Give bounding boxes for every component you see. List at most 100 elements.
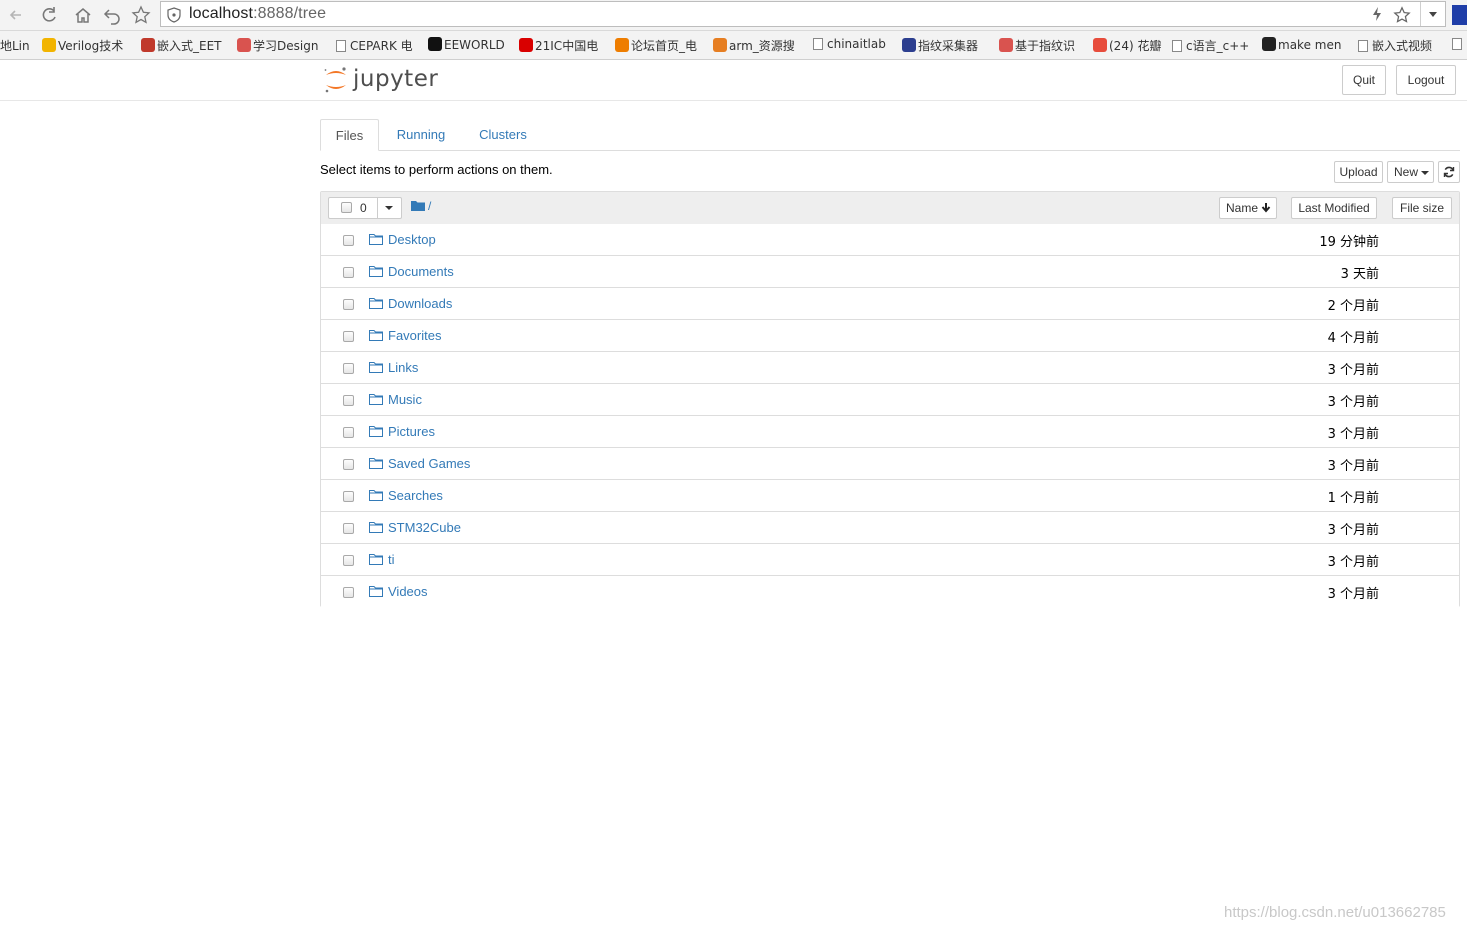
selection-hint: Select items to perform actions on them. <box>320 162 553 177</box>
bookmark-item[interactable]: 21IC中国电 <box>519 37 598 54</box>
file-row[interactable]: Desktop 19 分钟前 <box>321 224 1459 256</box>
last-modified: 2 个月前 <box>1327 299 1379 314</box>
file-row[interactable]: ti 3 个月前 <box>321 544 1459 576</box>
upload-button[interactable]: Upload <box>1334 161 1383 183</box>
bookmark-item[interactable]: (24) 花瓣 <box>1093 37 1161 54</box>
bookmark-item[interactable]: EEWORLD <box>428 37 505 52</box>
sort-file-size-button[interactable]: File size <box>1392 197 1452 219</box>
folder-link[interactable]: Favorites <box>388 328 441 343</box>
row-checkbox[interactable] <box>343 267 354 278</box>
bookmarks-bar: 地Lin Verilog技术 嵌入式_EET 学习Design CEPARK 电 EEWO… <box>0 31 1467 60</box>
file-row[interactable]: Saved Games 3 个月前 <box>321 448 1459 480</box>
tab-files[interactable]: Files <box>320 119 379 151</box>
bookmark-item[interactable]: CEPARK 电 <box>336 37 413 54</box>
folder-link[interactable]: Documents <box>388 264 454 279</box>
file-row[interactable]: Music 3 个月前 <box>321 384 1459 416</box>
bookmark-item[interactable]: 嵌入式视频 <box>1358 37 1432 54</box>
file-row[interactable]: Documents 3 天前 <box>321 256 1459 288</box>
folder-icon <box>369 426 383 437</box>
file-row[interactable]: Favorites 4 个月前 <box>321 320 1459 352</box>
folder-icon <box>369 298 383 309</box>
sort-last-modified-button[interactable]: Last Modified <box>1291 197 1377 219</box>
file-row[interactable]: STM32Cube 3 个月前 <box>321 512 1459 544</box>
address-dropdown-button[interactable] <box>1420 2 1445 26</box>
sort-name-label: Name <box>1226 201 1259 215</box>
row-checkbox[interactable] <box>343 363 354 374</box>
lightning-icon[interactable] <box>1371 6 1383 22</box>
reload-icon[interactable] <box>39 5 59 25</box>
file-row[interactable]: Videos 3 个月前 <box>321 576 1459 608</box>
quit-button[interactable]: Quit <box>1342 65 1386 95</box>
page-icon <box>813 38 823 50</box>
extension-icon[interactable] <box>1452 5 1467 25</box>
folder-link[interactable]: Desktop <box>388 232 436 247</box>
select-all-group: 0 <box>328 197 402 219</box>
row-checkbox[interactable] <box>343 555 354 566</box>
row-checkbox[interactable] <box>343 235 354 246</box>
breadcrumb-root[interactable]: / <box>428 199 431 213</box>
sort-name-button[interactable]: Name <box>1219 197 1277 219</box>
last-modified: 4 个月前 <box>1327 331 1379 346</box>
tab-clusters[interactable]: Clusters <box>468 119 538 150</box>
folder-link[interactable]: Searches <box>388 488 443 503</box>
refresh-icon <box>1443 166 1455 178</box>
bookmark-item[interactable]: Verilog技术 <box>42 37 123 54</box>
bookmark-item[interactable]: c语言_c++ <box>1172 37 1249 54</box>
home-icon[interactable] <box>73 5 93 25</box>
page-icon <box>336 40 346 52</box>
bookmark-item[interactable]: chinaitlab <box>813 37 886 51</box>
file-row[interactable]: Links 3 个月前 <box>321 352 1459 384</box>
row-checkbox[interactable] <box>343 331 354 342</box>
file-row[interactable]: Downloads 2 个月前 <box>321 288 1459 320</box>
file-row[interactable]: Searches 1 个月前 <box>321 480 1459 512</box>
penguin-icon <box>1262 37 1276 51</box>
red-21-icon <box>519 38 533 52</box>
folder-link[interactable]: Saved Games <box>388 456 470 471</box>
bookmark-item[interactable]: 地Lin <box>0 37 30 54</box>
bookmark-label: CEPARK 电 <box>350 39 413 53</box>
last-modified: 3 个月前 <box>1327 523 1379 538</box>
chevron-down-icon <box>1429 12 1437 17</box>
folder-link[interactable]: Videos <box>388 584 428 599</box>
bookmark-item[interactable]: 基于指纹识 <box>999 37 1075 54</box>
folder-link[interactable]: STM32Cube <box>388 520 461 535</box>
row-checkbox[interactable] <box>343 459 354 470</box>
bookmark-item[interactable]: 指纹采集器 <box>902 37 978 54</box>
undo-icon[interactable] <box>102 5 122 25</box>
last-modified: 3 个月前 <box>1327 395 1379 410</box>
select-dropdown-button[interactable] <box>377 198 402 218</box>
folder-link[interactable]: Pictures <box>388 424 435 439</box>
tab-running[interactable]: Running <box>387 119 455 150</box>
breadcrumb[interactable]: / <box>411 199 431 215</box>
bookmark-item[interactable]: 学习Design <box>237 37 318 54</box>
folder-link[interactable]: Downloads <box>388 296 452 311</box>
row-checkbox[interactable] <box>343 587 354 598</box>
row-checkbox[interactable] <box>343 491 354 502</box>
star-icon[interactable] <box>131 5 151 25</box>
bookmark-label: 嵌入式_EET <box>157 39 222 53</box>
row-checkbox[interactable] <box>343 299 354 310</box>
row-checkbox[interactable] <box>343 395 354 406</box>
logout-button[interactable]: Logout <box>1396 65 1456 95</box>
new-button[interactable]: New <box>1387 161 1434 183</box>
watermark: https://blog.csdn.net/u013662785 <box>1224 904 1446 921</box>
bookmark-item[interactable]: 嵌入式_EET <box>141 37 222 54</box>
folder-link[interactable]: Links <box>388 360 418 375</box>
row-checkbox[interactable] <box>343 427 354 438</box>
folder-link[interactable]: ti <box>388 552 395 567</box>
file-row[interactable]: Pictures 3 个月前 <box>321 416 1459 448</box>
select-all-checkbox[interactable] <box>341 202 352 213</box>
bookmark-item[interactable]: 论坛首页_电 <box>615 37 697 54</box>
address-bar[interactable]: localhost:8888/tree <box>160 1 1446 27</box>
bookmark-item[interactable]: arm_资源搜 <box>713 37 795 54</box>
folder-link[interactable]: Music <box>388 392 422 407</box>
bookmark-star-icon[interactable] <box>1393 6 1411 24</box>
red-knot-icon <box>237 38 251 52</box>
back-icon[interactable] <box>6 5 26 25</box>
refresh-button[interactable] <box>1438 161 1460 183</box>
page-icon[interactable] <box>1452 37 1464 51</box>
yellow-bulb-icon <box>42 38 56 52</box>
url-text[interactable]: localhost:8888/tree <box>189 5 326 23</box>
row-checkbox[interactable] <box>343 523 354 534</box>
bookmark-item[interactable]: make men <box>1262 37 1341 52</box>
